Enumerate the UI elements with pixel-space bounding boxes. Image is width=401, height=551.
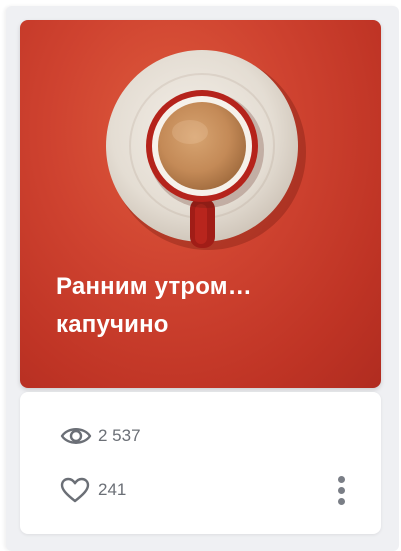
card-footer: 2 537 241 — [20, 392, 381, 534]
likes-count: 241 — [98, 480, 127, 499]
card-image[interactable]: Ранним утром… капучино — [20, 20, 381, 388]
eye-icon — [60, 424, 94, 448]
vertical-dots-icon-dot — [337, 486, 345, 494]
views-count: 2 537 — [98, 426, 141, 445]
heart-icon[interactable] — [60, 477, 94, 503]
card-title[interactable]: Ранним утром… капучино — [56, 268, 346, 344]
more-options-button[interactable] — [328, 468, 354, 512]
vertical-dots-icon-dot — [337, 497, 345, 505]
vertical-dots-icon — [337, 475, 345, 483]
views-stat: 2 537 — [60, 424, 141, 448]
likes-stat: 241 — [60, 477, 127, 503]
